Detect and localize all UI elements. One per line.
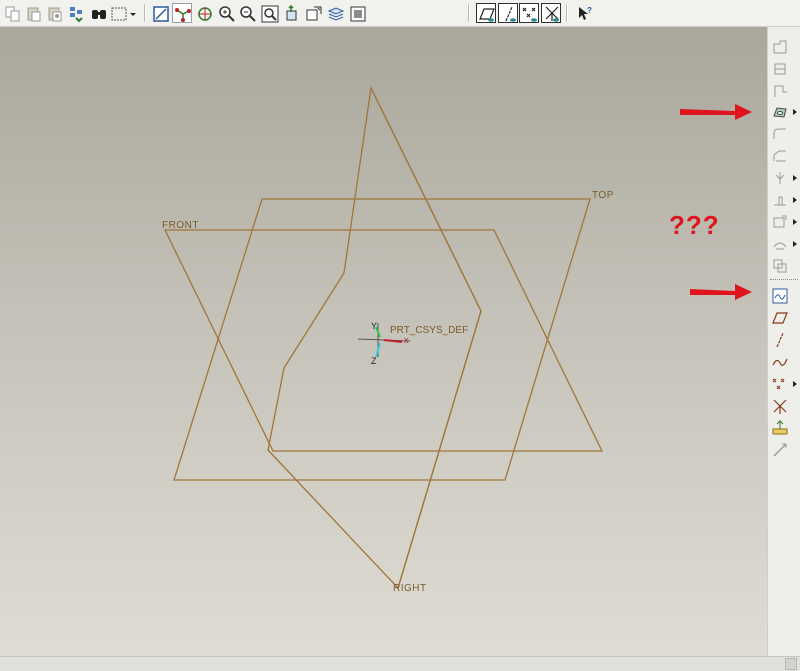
spin-center-icon[interactable]	[194, 3, 214, 23]
insert-mode-icon[interactable]	[771, 441, 789, 459]
right-plane-edge	[370, 87, 482, 589]
sketch-tool-icon[interactable]	[771, 287, 789, 305]
feature-toolbar	[767, 27, 800, 656]
csys-z-label: Z	[371, 356, 377, 366]
flyout-arrow[interactable]	[793, 175, 797, 181]
orient-mode-icon[interactable]	[172, 3, 192, 23]
front-plane-label[interactable]: FRONT	[162, 220, 199, 231]
flyout-arrow[interactable]	[793, 109, 797, 115]
repaint-icon[interactable]	[150, 3, 170, 23]
copy-icon[interactable]	[2, 3, 22, 23]
toolbar-separator	[770, 279, 798, 280]
toolbar-separator	[144, 4, 146, 22]
rib-tool-icon[interactable]	[771, 213, 789, 231]
datum-axes-display-icon[interactable]	[498, 3, 518, 23]
datum-plane-drawing	[163, 85, 752, 590]
datum-point-icon[interactable]	[771, 375, 789, 393]
zoom-out-icon[interactable]	[237, 3, 257, 23]
revolve-icon[interactable]	[771, 60, 789, 78]
datum-points-display-icon[interactable]	[519, 3, 539, 23]
status-bar	[0, 656, 800, 671]
csys-label[interactable]: PRT_CSYS_DEF	[390, 325, 468, 336]
datum-axis-icon[interactable]	[771, 331, 789, 349]
csys-x-label: x	[404, 335, 409, 345]
hole-tool-icon[interactable]	[771, 103, 789, 121]
view-manager-icon[interactable]	[347, 3, 367, 23]
datum-planes-display-icon[interactable]	[476, 3, 496, 23]
datum-csys-icon[interactable]	[771, 397, 789, 415]
analysis-feature-icon[interactable]	[771, 419, 789, 437]
datum-plane-icon[interactable]	[771, 309, 789, 327]
extrude-icon[interactable]	[771, 38, 789, 56]
toolbar-separator	[468, 4, 470, 22]
dropdown-arrow-icon[interactable]	[126, 3, 138, 23]
zoom-in-icon[interactable]	[216, 3, 236, 23]
flyout-arrow[interactable]	[793, 197, 797, 203]
paste-special-icon[interactable]	[44, 3, 64, 23]
right-plane-label[interactable]: RIGHT	[393, 583, 427, 594]
flyout-arrow[interactable]	[793, 381, 797, 387]
datum-curve-icon[interactable]	[771, 353, 789, 371]
mirror-tool-icon[interactable]	[771, 257, 789, 275]
saved-views-icon[interactable]	[303, 3, 323, 23]
pattern-tool-icon[interactable]	[771, 235, 789, 253]
flyout-arrow[interactable]	[793, 219, 797, 225]
main-toolbar: ?	[0, 0, 800, 27]
find-icon[interactable]	[88, 3, 108, 23]
red-annotation-arrow	[690, 284, 752, 300]
reorient-icon[interactable]	[281, 3, 301, 23]
refit-icon[interactable]	[259, 3, 279, 23]
svg-text:?: ?	[587, 6, 592, 15]
right-datum-plane[interactable]	[267, 85, 482, 590]
selection-filter-icon[interactable]	[108, 3, 128, 23]
draft-tool-icon[interactable]	[771, 169, 789, 187]
chamfer-tool-icon[interactable]	[771, 147, 789, 165]
graphics-window[interactable]: FRONT TOP RIGHT PRT_CSYS_DEF Y x Z ???	[0, 27, 767, 656]
sweep-icon[interactable]	[771, 82, 789, 100]
round-tool-icon[interactable]	[771, 125, 789, 143]
question-annotation: ???	[669, 210, 720, 240]
top-plane-label[interactable]: TOP	[592, 190, 614, 201]
flyout-arrow[interactable]	[793, 241, 797, 247]
red-annotation-arrow	[680, 104, 752, 120]
layers-icon[interactable]	[325, 3, 345, 23]
context-help-icon[interactable]: ?	[573, 3, 593, 23]
csys-display-icon[interactable]	[541, 3, 561, 23]
front-datum-plane[interactable]	[163, 229, 604, 452]
regenerate-icon[interactable]	[65, 3, 85, 23]
csys-y-label: Y	[371, 321, 378, 331]
toolbar-separator	[566, 4, 568, 22]
resize-grip-icon[interactable]	[785, 658, 797, 670]
paste-icon[interactable]	[23, 3, 43, 23]
shell-tool-icon[interactable]	[771, 191, 789, 209]
